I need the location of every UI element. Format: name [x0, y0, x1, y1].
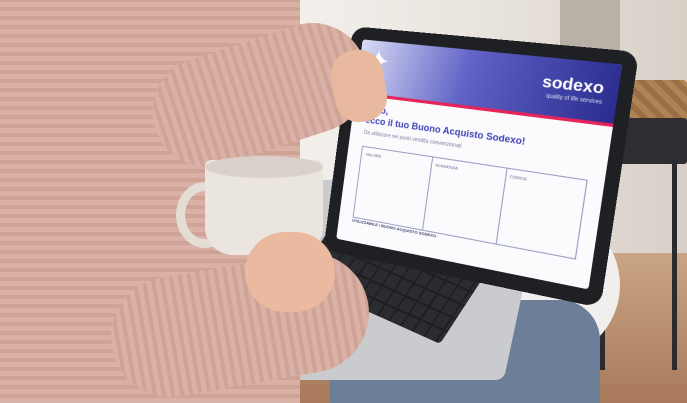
form-cell-expiry: SCADENZA [434, 162, 459, 171]
table-leg [672, 160, 677, 370]
hand-holding-mug [245, 232, 335, 312]
form-divider [422, 157, 434, 230]
form-cell-value: VALORE [365, 151, 382, 159]
form-cell-code: CODICE [509, 173, 528, 182]
form-divider [495, 168, 508, 244]
mug-rim [205, 156, 323, 178]
photo-scene: ✦ sodexo quality of life services Ciao, … [0, 0, 687, 403]
